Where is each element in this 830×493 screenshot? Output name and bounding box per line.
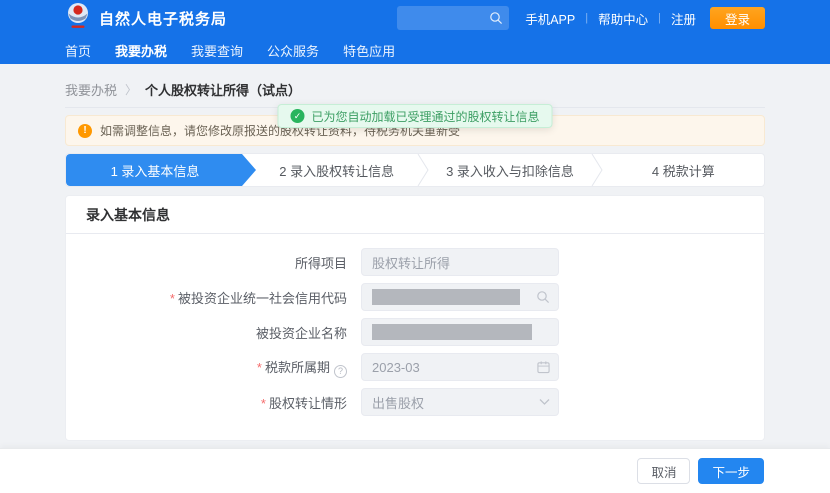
section-title: 录入基本信息 xyxy=(66,196,764,234)
breadcrumb-current: 个人股权转让所得（试点） xyxy=(145,80,301,99)
step-3-income-deduction[interactable]: 3 录入收入与扣除信息 xyxy=(429,154,590,186)
field-tax-period: *税款所属期? 2023-03 xyxy=(66,353,764,381)
step-wizard: 1 录入基本信息 2 录入股权转让信息 3 录入收入与扣除信息 4 税款计算 xyxy=(65,153,765,187)
toast-text: 已为您自动加载已受理通过的股权转让信息 xyxy=(311,108,539,125)
calendar-icon xyxy=(537,361,550,374)
header-right: 手机APP | 帮助中心 | 注册 登录 xyxy=(397,6,765,30)
step-1-basic-info[interactable]: 1 录入基本信息 xyxy=(66,154,256,186)
redacted-value xyxy=(372,289,520,305)
success-toast: ✓ 已为您自动加载已受理通过的股权转让信息 xyxy=(277,104,552,128)
action-bar: 取消 下一步 xyxy=(0,448,830,493)
transfer-type-value: 出售股权 xyxy=(372,393,424,412)
required-mark: * xyxy=(257,360,262,375)
field-label: 被投资企业名称 xyxy=(66,323,361,342)
content: 我要办税 〉 个人股权转让所得（试点） ! 如需调整信息，请您修改原报送的股权转… xyxy=(0,78,830,441)
cancel-button[interactable]: 取消 xyxy=(637,458,690,484)
nav-item-home[interactable]: 首页 xyxy=(65,41,91,60)
header: 自然人电子税务局 手机APP | 帮助中心 | 注册 登录 xyxy=(0,0,830,36)
required-mark: * xyxy=(261,396,266,411)
brand[interactable]: 自然人电子税务局 xyxy=(65,2,227,35)
credit-code-input[interactable] xyxy=(361,283,559,311)
main-nav: 首页 我要办税 我要查询 公众服务 特色应用 xyxy=(0,36,830,64)
nav-item-query[interactable]: 我要查询 xyxy=(191,41,243,60)
search-icon[interactable] xyxy=(489,11,503,30)
nav-item-public[interactable]: 公众服务 xyxy=(267,41,319,60)
breadcrumb-separator-icon: 〉 xyxy=(125,81,137,98)
field-label: *股权转让情形 xyxy=(66,393,361,412)
nav-item-tax[interactable]: 我要办税 xyxy=(115,41,167,60)
app-title: 自然人电子税务局 xyxy=(99,8,227,29)
field-label: *税款所属期? xyxy=(66,357,361,378)
step-separator-icon xyxy=(591,154,603,186)
field-credit-code: *被投资企业统一社会信用代码 xyxy=(66,283,764,311)
step-2-transfer-info[interactable]: 2 录入股权转让信息 xyxy=(256,154,417,186)
tax-period-input: 2023-03 xyxy=(361,353,559,381)
step-separator-icon xyxy=(417,154,429,186)
company-name-input xyxy=(361,318,559,346)
nav-item-featured[interactable]: 特色应用 xyxy=(343,41,395,60)
mobile-app-link[interactable]: 手机APP xyxy=(525,9,575,28)
redacted-value xyxy=(372,324,532,340)
help-icon[interactable]: ? xyxy=(334,365,347,378)
next-step-button[interactable]: 下一步 xyxy=(698,458,764,484)
register-link[interactable]: 注册 xyxy=(671,9,696,28)
field-company-name: 被投资企业名称 xyxy=(66,318,764,346)
tax-bureau-emblem-icon xyxy=(65,2,91,35)
divider: | xyxy=(658,12,661,24)
success-check-icon: ✓ xyxy=(290,109,304,123)
basic-info-card: 录入基本信息 所得项目 股权转让所得 *被投资企业统一社会信用代码 xyxy=(65,195,765,441)
income-item-value: 股权转让所得 xyxy=(372,253,450,272)
divider: | xyxy=(585,12,588,24)
step-4-tax-calc[interactable]: 4 税款计算 xyxy=(603,154,764,186)
required-mark: * xyxy=(170,291,175,306)
income-item-input: 股权转让所得 xyxy=(361,248,559,276)
tax-period-value: 2023-03 xyxy=(372,360,420,375)
warning-icon: ! xyxy=(78,124,92,138)
header-search xyxy=(397,6,509,30)
chevron-down-icon xyxy=(539,399,550,406)
search-icon[interactable] xyxy=(536,290,550,304)
login-button[interactable]: 登录 xyxy=(710,7,765,29)
breadcrumb: 我要办税 〉 个人股权转让所得（试点） xyxy=(65,78,765,100)
help-center-link[interactable]: 帮助中心 xyxy=(598,9,648,28)
breadcrumb-parent[interactable]: 我要办税 xyxy=(65,80,117,99)
field-transfer-type: *股权转让情形 出售股权 xyxy=(66,388,764,416)
field-income-item: 所得项目 股权转让所得 xyxy=(66,248,764,276)
field-label: 所得项目 xyxy=(66,253,361,272)
field-label: *被投资企业统一社会信用代码 xyxy=(66,288,361,307)
page: 自然人电子税务局 手机APP | 帮助中心 | 注册 登录 首页 我要办税 我要… xyxy=(0,0,830,493)
basic-info-form: 所得项目 股权转让所得 *被投资企业统一社会信用代码 被投资企业 xyxy=(66,234,764,416)
transfer-type-select: 出售股权 xyxy=(361,388,559,416)
